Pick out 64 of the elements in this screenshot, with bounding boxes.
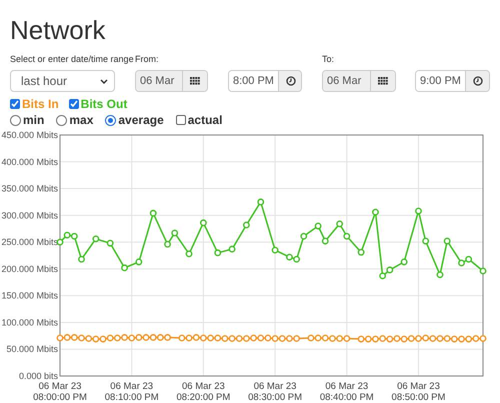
data-point [171, 230, 178, 236]
radio-button[interactable] [10, 114, 21, 126]
data-point [415, 208, 422, 214]
range-select[interactable]: last hour [10, 70, 115, 92]
data-point [257, 198, 264, 206]
y-tick-label: 300.000 Mbits [1, 210, 58, 220]
y-tick-label: 200.000 Mbits [1, 264, 58, 274]
option-label: actual [188, 113, 222, 127]
y-tick-label: 50.000 Mbits [6, 344, 58, 354]
x-tick-label: 06 Mar 23 08:20:00 PM [175, 381, 232, 403]
data-point [164, 240, 171, 248]
data-point [135, 258, 142, 266]
data-point [121, 264, 128, 272]
radio-button[interactable] [105, 114, 116, 126]
data-point [243, 222, 250, 228]
data-point [444, 238, 451, 244]
chevron-icon [100, 78, 108, 84]
y-tick-label: 400.000 Mbits [1, 156, 58, 167]
data-point [358, 248, 365, 256]
data-point [480, 268, 486, 274]
series-label: Bits In [22, 97, 59, 111]
checkbox[interactable] [10, 99, 20, 109]
data-point [200, 219, 207, 226]
data-point [422, 238, 430, 244]
option-label: max [69, 113, 94, 127]
checkbox[interactable] [68, 99, 79, 109]
x-tick-label: 06 Mar 23 08:50:00 PM [390, 381, 446, 403]
option-label: min [23, 113, 44, 127]
checkbox[interactable] [176, 115, 186, 125]
data-point [314, 222, 322, 230]
x-tick-label: 06 Mar 23 08:30:00 PM [247, 381, 304, 403]
data-point [272, 246, 278, 254]
data-point [336, 220, 343, 228]
y-tick-label: 350.000 Mbits [1, 184, 58, 194]
y-tick-label: 100.000 Mbits [1, 317, 58, 328]
data-point [343, 232, 350, 240]
data-point [436, 271, 444, 278]
y-tick-label: 250.000 Mbits [1, 237, 58, 248]
x-tick-label: 06 Mar 23 08:40:00 PM [318, 381, 375, 403]
data-point [150, 210, 157, 217]
data-point [300, 232, 308, 240]
data-point [400, 258, 408, 266]
data-point [228, 246, 236, 252]
y-tick-label: 150.000 Mbits [1, 290, 58, 301]
data-point [214, 249, 222, 256]
from-label: From: [135, 54, 160, 64]
radio-button[interactable] [56, 114, 68, 126]
data-point [78, 256, 85, 263]
check-icon [11, 100, 19, 108]
to-label: To: [322, 54, 334, 64]
data-point [372, 208, 379, 216]
data-point [186, 250, 192, 258]
check-icon [70, 100, 78, 108]
y-tick-label: 450.000 Mbits [1, 130, 58, 140]
range-label: Select or enter date/time range [10, 54, 135, 64]
series-label: Bits Out [80, 97, 128, 111]
x-tick-label: 06 Mar 23 08:00:00 PM [32, 381, 88, 403]
x-tick-label: 06 Mar 23 08:10:00 PM [104, 381, 160, 403]
data-point [106, 240, 114, 247]
y-tick-label: 0.000 bits [18, 371, 58, 381]
data-point [322, 238, 329, 244]
data-point [92, 236, 100, 242]
option-label: average [118, 113, 164, 127]
page-title: Network [10, 14, 106, 44]
